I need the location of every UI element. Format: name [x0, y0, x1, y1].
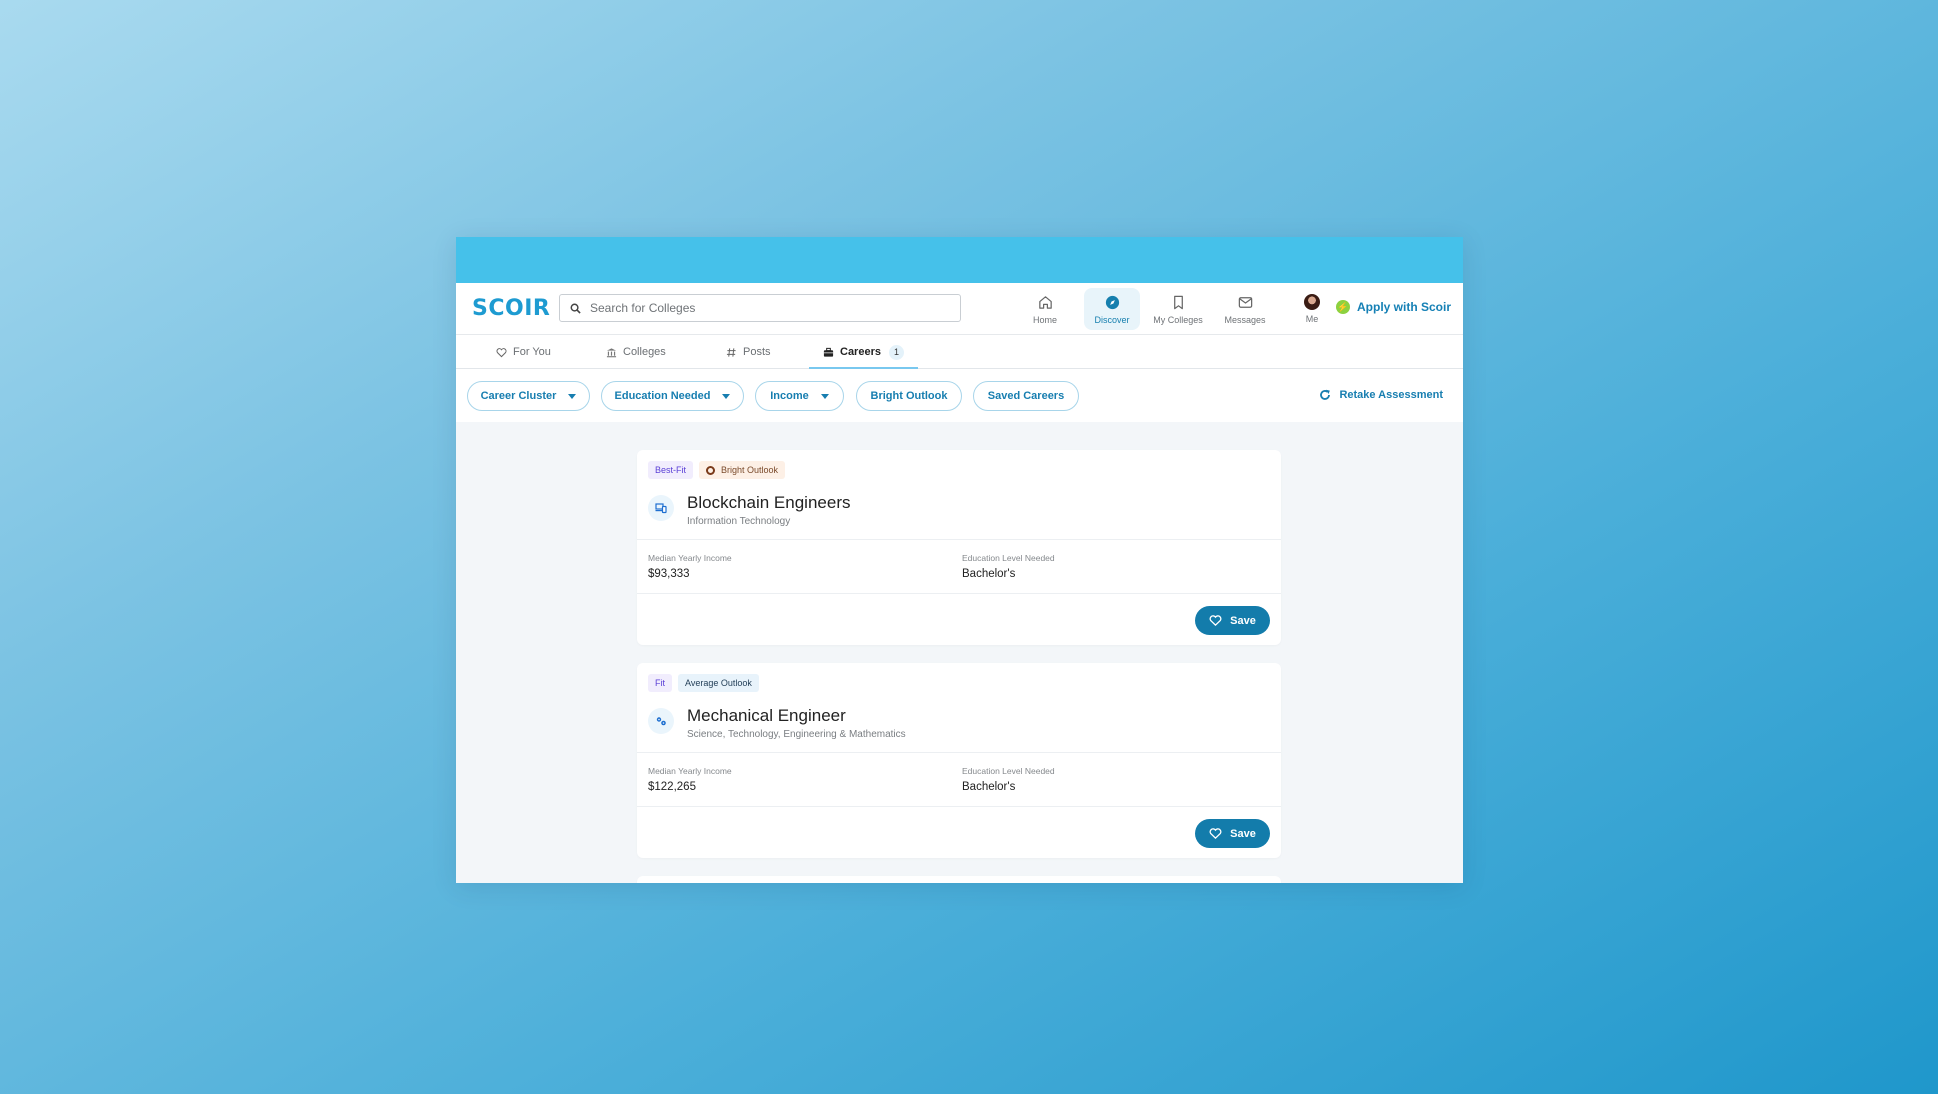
nav-discover-label: Discover — [1094, 314, 1130, 325]
income-stat-value: $93,333 — [648, 568, 690, 580]
tab-for-you-label: For You — [513, 346, 551, 358]
tab-for-you[interactable]: For You — [496, 335, 551, 369]
scoir-logo[interactable]: SCOIR — [472, 296, 550, 321]
nav-home-label: Home — [1032, 314, 1057, 325]
saved-careers-filter[interactable]: Saved Careers — [973, 381, 1079, 411]
nav-messages-label: Messages — [1224, 314, 1266, 325]
careers-count-badge: 1 — [888, 344, 904, 360]
institution-icon — [606, 347, 617, 357]
avatar — [1304, 294, 1320, 310]
filter-bar: Career Cluster Education Needed Income B… — [456, 369, 1463, 422]
save-career-button[interactable]: Save — [1195, 819, 1270, 848]
save-career-button[interactable]: Save — [1195, 606, 1270, 635]
career-stats: Median Yearly Income $122,265 Education … — [637, 753, 1281, 807]
apply-with-scoir-link[interactable]: ⚡ Apply with Scoir — [1336, 300, 1451, 314]
refresh-icon — [1320, 389, 1331, 400]
discover-tabs: For You Colleges Posts Careers 1 — [456, 335, 1463, 370]
income-label: Income — [770, 390, 809, 402]
education-stat-value: Bachelor's — [962, 568, 1016, 580]
income-stat-value: $122,265 — [648, 781, 696, 793]
lightning-bolt-icon: ⚡ — [1336, 300, 1350, 314]
income-stat-label: Median Yearly Income — [648, 766, 732, 776]
nav-me-label: Me — [1305, 314, 1319, 324]
career-card[interactable]: Best-Fit Bright Outlook Blockchain Engin… — [637, 450, 1281, 645]
save-label: Save — [1230, 827, 1256, 840]
income-stat: Median Yearly Income $122,265 — [648, 766, 732, 793]
nav-my-colleges[interactable]: My Colleges — [1145, 288, 1211, 330]
compass-icon — [1105, 295, 1119, 309]
education-stat-label: Education Level Needed — [962, 766, 1055, 776]
tab-careers-label: Careers — [840, 346, 881, 358]
education-stat-label: Education Level Needed — [962, 553, 1055, 563]
saved-careers-label: Saved Careers — [987, 390, 1065, 402]
nav-home[interactable]: Home — [1012, 288, 1078, 330]
outlook-label: Bright Outlook — [721, 465, 779, 475]
career-title[interactable]: Mechanical Engineer — [687, 706, 846, 726]
bright-outlook-filter[interactable]: Bright Outlook — [856, 381, 962, 411]
career-card-header: Best-Fit Bright Outlook Blockchain Engin… — [637, 450, 1281, 540]
education-needed-filter[interactable]: Education Needed — [601, 381, 744, 411]
income-stat-label: Median Yearly Income — [648, 553, 732, 563]
tab-colleges-label: Colleges — [623, 346, 666, 358]
nav-discover[interactable]: Discover — [1084, 288, 1140, 330]
retake-label: Retake Assessment — [1339, 389, 1443, 401]
career-cluster-filter[interactable]: Career Cluster — [467, 381, 590, 411]
caret-down-icon — [820, 393, 829, 399]
income-filter[interactable]: Income — [755, 381, 844, 411]
search-input[interactable] — [590, 301, 950, 315]
nav-my-colleges-label: My Colleges — [1153, 314, 1203, 325]
career-title[interactable]: Blockchain Engineers — [687, 493, 850, 513]
education-needed-label: Education Needed — [614, 390, 711, 402]
tab-colleges[interactable]: Colleges — [606, 335, 666, 369]
career-card-footer: Save — [637, 594, 1281, 645]
fit-badge: Fit — [648, 674, 672, 692]
career-stats: Median Yearly Income $93,333 Education L… — [637, 540, 1281, 594]
retake-assessment-button[interactable]: Retake Assessment — [1319, 389, 1443, 401]
fit-badge: Best-Fit — [648, 461, 694, 479]
tab-posts-label: Posts — [743, 346, 771, 358]
outlook-badge: Average Outlook — [678, 674, 759, 692]
career-card-header: Fit Average Outlook Mechanical Engineer … — [637, 663, 1281, 753]
briefcase-icon — [823, 347, 834, 357]
heart-icon — [1209, 828, 1222, 840]
heart-icon — [1209, 615, 1222, 627]
education-stat-value: Bachelor's — [962, 781, 1016, 793]
apply-label: Apply with Scoir — [1357, 300, 1452, 314]
caret-down-icon — [722, 393, 731, 399]
career-card-footer: Save — [637, 807, 1281, 858]
app-window: SCOIR Home Discover My Colleges Messages — [456, 237, 1463, 883]
education-stat: Education Level Needed Bachelor's — [962, 766, 1055, 793]
career-icon-circle — [648, 708, 674, 734]
heart-icon — [496, 347, 507, 357]
education-stat: Education Level Needed Bachelor's — [962, 553, 1055, 580]
career-card[interactable]: Fit Average Outlook Mechanical Engineer … — [637, 663, 1281, 858]
flame-icon — [706, 465, 716, 475]
career-icon-circle — [648, 495, 674, 521]
main-nav: Home Discover My Colleges Messages Me — [1012, 288, 1346, 330]
hashtag-icon — [726, 347, 736, 357]
career-cluster: Information Technology — [687, 516, 791, 527]
bright-outlook-label: Bright Outlook — [870, 390, 948, 402]
tab-careers[interactable]: Careers 1 — [809, 335, 918, 370]
devices-icon — [655, 503, 667, 514]
career-cluster: Science, Technology, Engineering & Mathe… — [687, 729, 906, 740]
save-label: Save — [1230, 614, 1256, 627]
nav-messages[interactable]: Messages — [1212, 288, 1278, 330]
envelope-icon — [1238, 296, 1252, 308]
income-stat: Median Yearly Income $93,333 — [648, 553, 732, 580]
browser-top-strip — [456, 237, 1463, 283]
bookmark-icon — [1173, 295, 1183, 309]
gears-icon — [656, 717, 666, 726]
outlook-badge: Bright Outlook — [699, 461, 786, 479]
career-cluster-label: Career Cluster — [480, 390, 557, 402]
college-search[interactable] — [559, 294, 961, 322]
caret-down-icon — [568, 393, 577, 399]
tab-posts[interactable]: Posts — [726, 335, 771, 369]
career-card-partial[interactable] — [637, 876, 1281, 883]
top-navbar: SCOIR Home Discover My Colleges Messages — [456, 283, 1463, 335]
search-icon — [570, 303, 581, 314]
home-icon — [1038, 295, 1052, 309]
